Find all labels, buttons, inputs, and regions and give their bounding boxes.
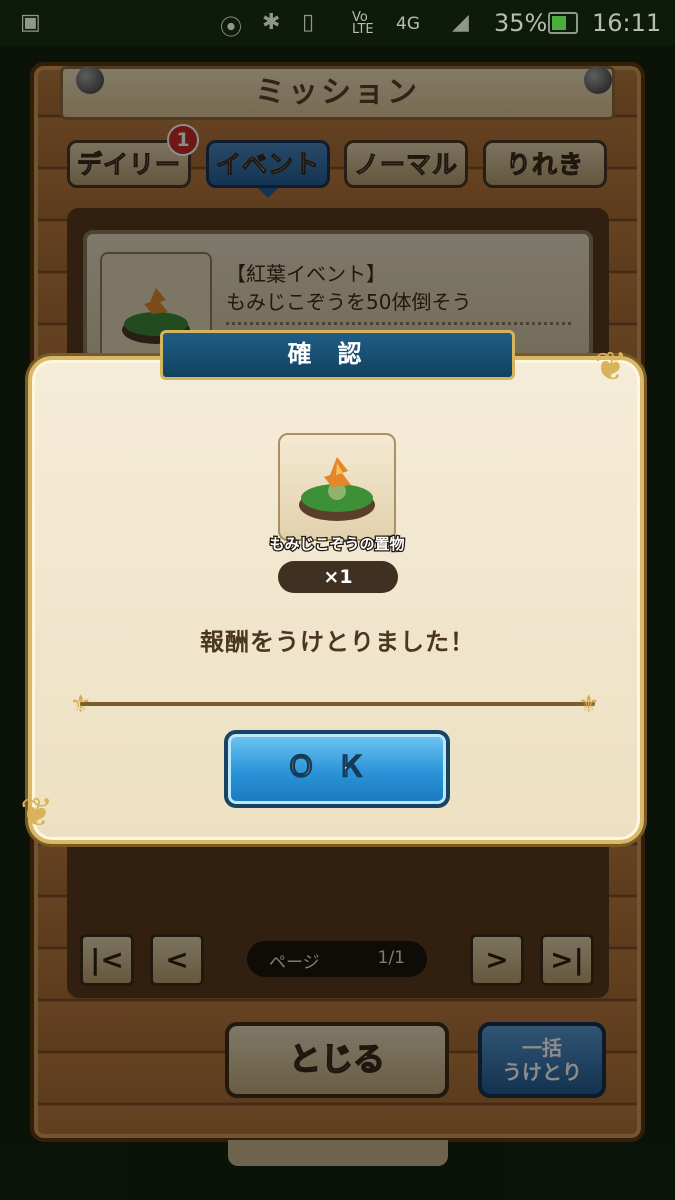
battery-percent: 35%	[494, 9, 548, 37]
fleur-icon: ⚜	[578, 690, 600, 718]
dialog-message: 報酬をうけとりました！	[200, 628, 475, 656]
maple-figurine-icon	[299, 457, 375, 521]
reward-count: ×1	[278, 561, 398, 593]
ornament-icon: ❦	[20, 790, 54, 836]
bluetooth-icon: ✱	[262, 10, 281, 35]
volte-indicator: Vo LTE	[352, 10, 374, 37]
signal-icon: ◢	[452, 10, 469, 35]
clock: 16:11	[592, 9, 662, 37]
ornament-icon: ❦	[594, 344, 628, 390]
ok-button[interactable]: ＯＫ	[224, 730, 450, 808]
app-notification-icon: ▣	[20, 10, 41, 35]
battery-icon	[548, 12, 578, 34]
dialog-title: 確認	[160, 330, 515, 380]
vibrate-icon: ▯	[302, 10, 315, 35]
reward-item-tile	[278, 433, 396, 541]
divider	[80, 702, 595, 706]
reward-name: もみじこぞうの置物	[268, 534, 406, 555]
location-icon: ⦿	[220, 16, 243, 41]
status-bar: ▣ ⦿ ✱ ▯ Vo LTE 4G ◢ 35% 16:11	[0, 0, 675, 46]
network-type: 4G	[396, 14, 420, 34]
